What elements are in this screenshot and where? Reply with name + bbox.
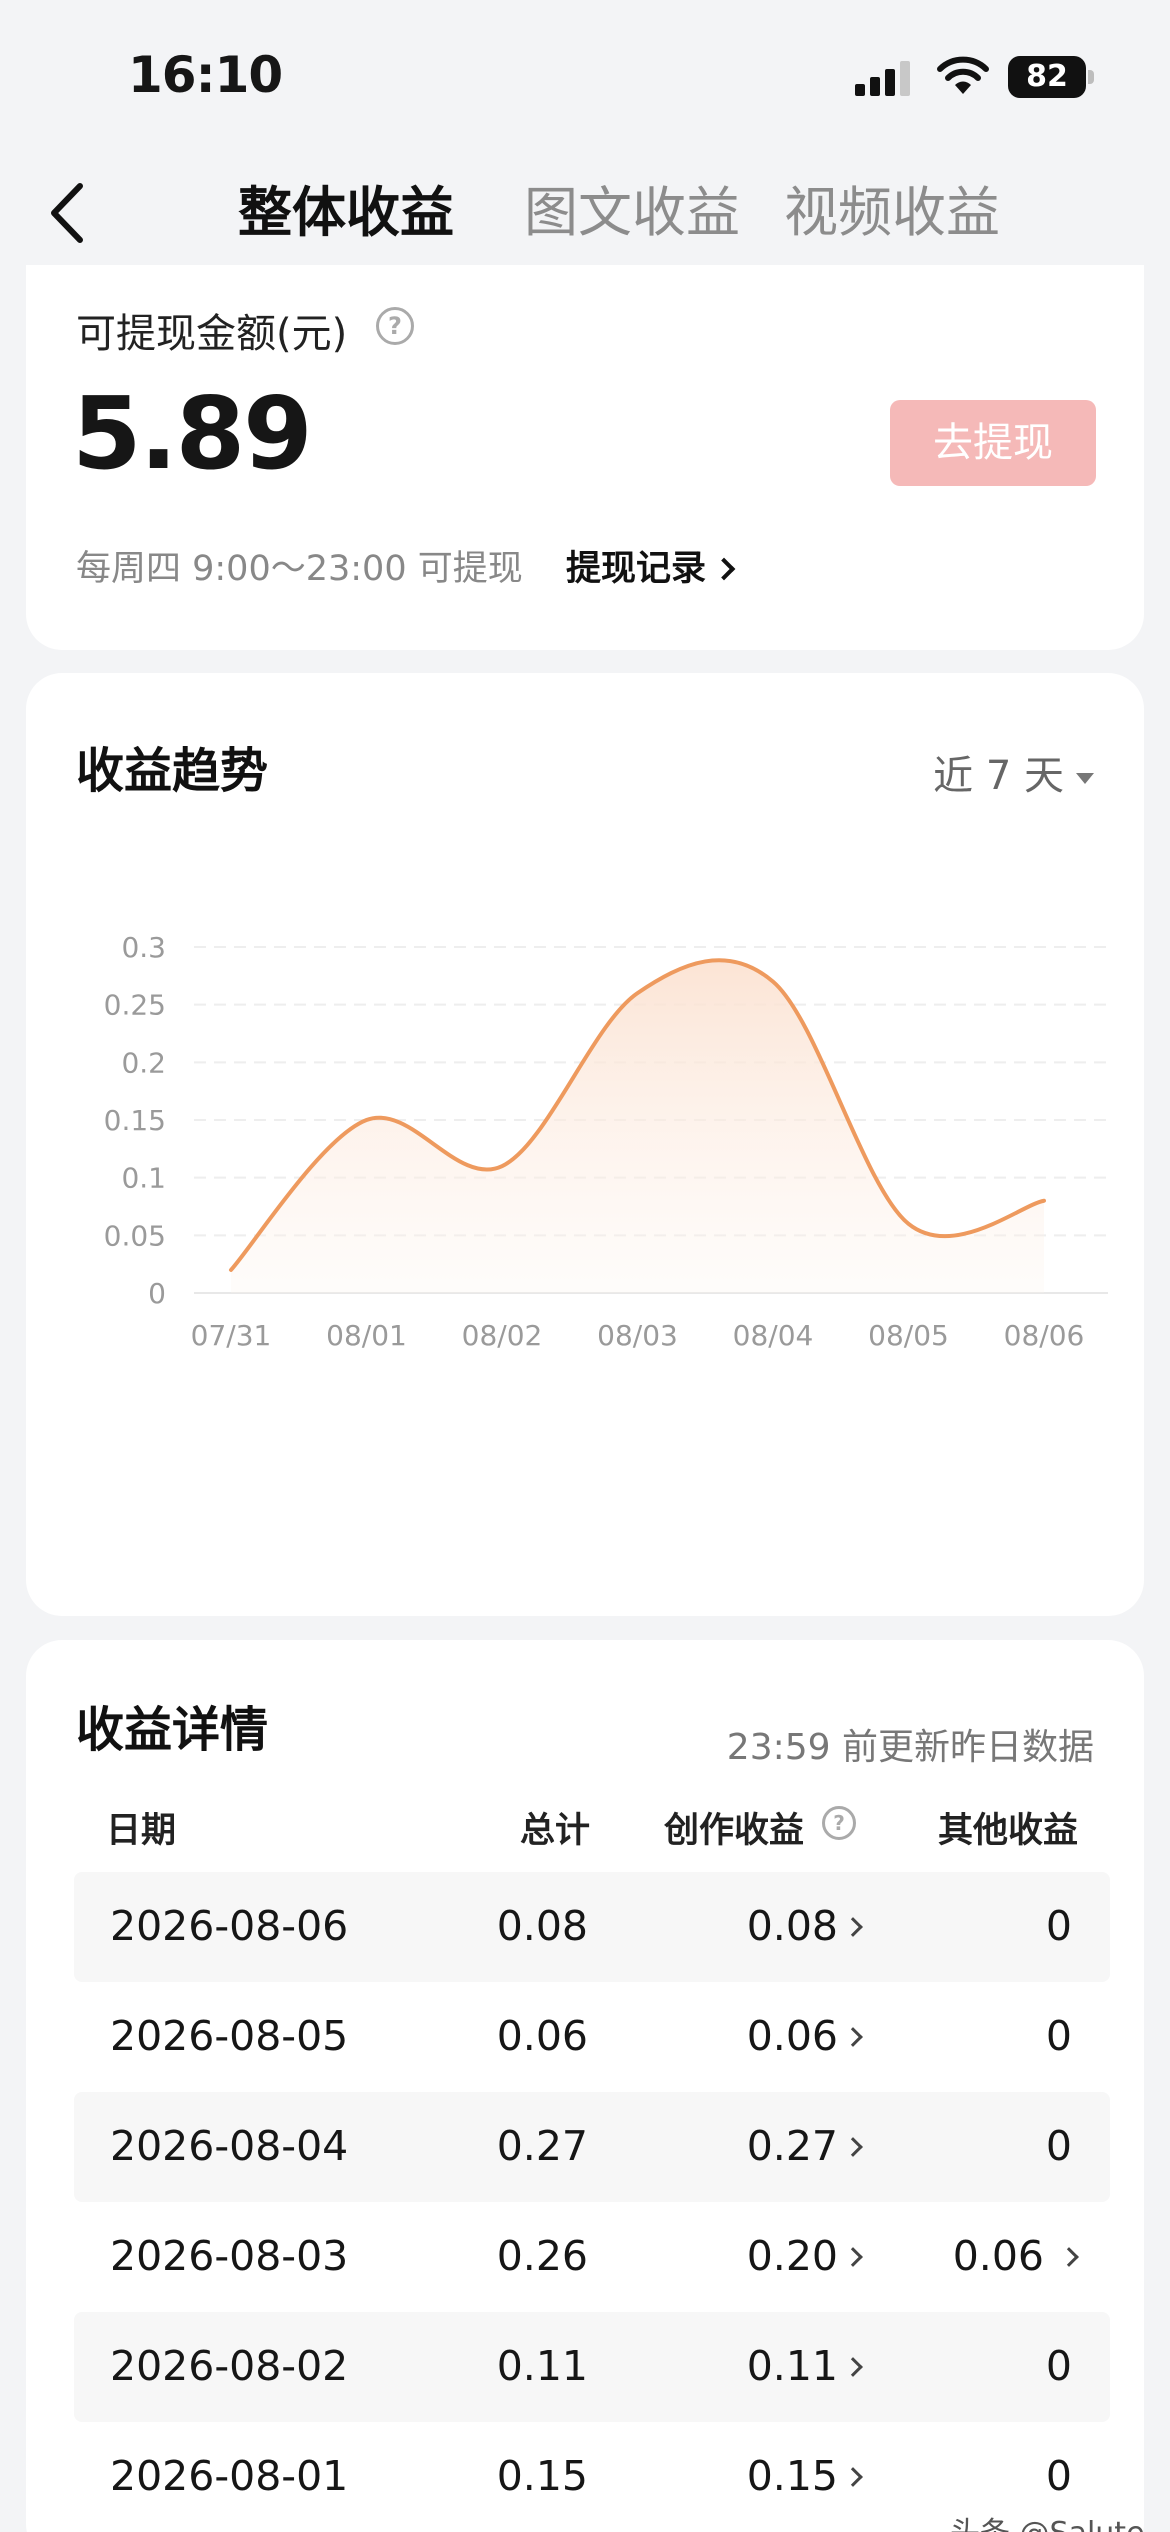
x-tick-label: 08/06	[1004, 1319, 1085, 1352]
battery-level: 82	[1008, 56, 1086, 98]
table-row: 2026-08-05 0.06 0.06 0	[74, 1982, 1110, 2092]
cell-date: 2026-08-03	[110, 2232, 349, 2280]
cell-date: 2026-08-06	[110, 1902, 349, 1950]
status-bar: 16:10 82	[0, 0, 1170, 150]
cell-total: 0.27	[496, 2122, 588, 2170]
watermark: 头条 @Salute	[950, 2508, 1145, 2532]
cell-date: 2026-08-02	[110, 2342, 349, 2390]
cell-create: 0.11	[746, 2342, 838, 2390]
nav-bar: 整体收益 图文收益 视频收益	[0, 150, 1170, 260]
cell-date: 2026-08-04	[110, 2122, 349, 2170]
cell-total: 0.06	[496, 2012, 588, 2060]
chevron-right-icon[interactable]	[843, 2357, 863, 2377]
y-tick-label: 0.2	[121, 1046, 166, 1079]
x-tick-label: 08/04	[733, 1319, 814, 1352]
help-icon[interactable]: ?	[376, 307, 414, 345]
withdrawable-label: 可提现金额(元)	[76, 311, 348, 357]
cell-total: 0.11	[496, 2342, 588, 2390]
x-tick-label: 08/01	[326, 1319, 407, 1352]
cell-other: 0	[1045, 2122, 1072, 2170]
trend-title: 收益趋势	[76, 743, 269, 799]
header-date: 日期	[106, 1811, 177, 1851]
chevron-right-icon[interactable]	[843, 2247, 863, 2267]
tab-article-earnings[interactable]: 图文收益	[524, 168, 740, 247]
chevron-right-icon[interactable]	[1059, 2247, 1079, 2267]
table-row: 2026-08-04 0.27 0.27 0	[74, 2092, 1110, 2202]
table-row: 2026-08-03 0.26 0.20 0.06	[74, 2202, 1110, 2312]
help-icon[interactable]: ?	[822, 1806, 856, 1840]
header-create: 创作收益	[663, 1811, 804, 1851]
cell-other: 0.06	[952, 2232, 1044, 2280]
update-note: 23:59 前更新昨日数据	[726, 1727, 1094, 1768]
cell-create: 0.06	[746, 2012, 838, 2060]
y-tick-label: 0.05	[104, 1219, 166, 1252]
battery-icon: 82	[1008, 56, 1094, 98]
table-row: 2026-08-06 0.08 0.08 0	[74, 1872, 1110, 1982]
trend-card: 收益趋势 近 7 天 0 0.05 0.1 0.15 0.2 0.25 0.3 07/31 08…	[26, 673, 1144, 1616]
y-tick-label: 0.25	[104, 989, 166, 1022]
cell-create: 0.08	[746, 1902, 838, 1950]
x-tick-label: 08/03	[597, 1319, 678, 1352]
withdraw-record-label: 提现记录	[566, 549, 707, 589]
cell-date: 2026-08-01	[110, 2452, 349, 2500]
cell-other: 0	[1045, 2012, 1072, 2060]
tab-video-earnings[interactable]: 视频收益	[784, 168, 1000, 247]
header-total: 总计	[519, 1811, 590, 1851]
cell-other: 0	[1045, 2342, 1072, 2390]
earnings-table: 日期 总计 创作收益 ? 其他收益 2026-08-06 0.08 0.08 0 202…	[74, 1792, 1110, 2532]
withdrawable-amount: 5.89	[72, 375, 313, 492]
tab-overall-earnings[interactable]: 整体收益	[238, 168, 454, 247]
wifi-icon	[937, 56, 989, 94]
y-tick-label: 0.15	[104, 1104, 166, 1137]
chevron-right-icon[interactable]	[843, 2137, 863, 2157]
x-tick-label: 07/31	[191, 1319, 272, 1352]
cell-total: 0.26	[496, 2232, 588, 2280]
status-time: 16:10	[128, 46, 283, 104]
cell-total: 0.08	[496, 1902, 588, 1950]
withdraw-schedule-hint: 每周四 9:00～23:00 可提现	[76, 549, 523, 589]
cellular-signal-icon	[855, 61, 910, 96]
back-arrow-icon[interactable]	[44, 178, 94, 248]
range-dropdown[interactable]: 近 7 天	[933, 743, 1094, 801]
earnings-trend-chart: 0 0.05 0.1 0.15 0.2 0.25 0.3 07/31 08/01 08/02 08/…	[104, 931, 1108, 1352]
cell-create: 0.27	[746, 2122, 838, 2170]
cell-date: 2026-08-05	[110, 2012, 349, 2060]
detail-title: 收益详情	[76, 1702, 269, 1758]
cell-other: 0	[1045, 1902, 1072, 1950]
chevron-right-icon[interactable]	[843, 1917, 863, 1937]
battery-cap	[1088, 70, 1094, 84]
chevron-right-icon[interactable]	[843, 2467, 863, 2487]
caret-down-icon	[1076, 772, 1094, 784]
cell-create: 0.15	[746, 2452, 838, 2500]
table-row: 2026-08-02 0.11 0.11 0	[74, 2312, 1110, 2422]
earnings-page: 16:10 82 整体收益 图文收益 视频收益 可提现金额(元) ? 5.89 …	[0, 0, 1170, 2532]
range-label: 近 7 天	[933, 753, 1064, 799]
x-tick-label: 08/02	[462, 1319, 543, 1352]
chevron-right-icon[interactable]	[843, 2027, 863, 2047]
cell-create: 0.20	[746, 2232, 838, 2280]
table-header: 日期 总计 创作收益 ? 其他收益	[74, 1792, 1110, 1872]
x-tick-label: 08/05	[868, 1319, 949, 1352]
y-tick-label: 0	[148, 1277, 166, 1310]
table-body: 2026-08-06 0.08 0.08 0 2026-08-05 0.06 0.06 0 20…	[74, 1872, 1110, 2532]
withdraw-record-link[interactable]: 提现记录	[566, 540, 736, 591]
detail-card: 收益详情 23:59 前更新昨日数据 日期 总计 创作收益 ? 其他收益 202…	[26, 1640, 1144, 2532]
cell-total: 0.15	[496, 2452, 588, 2500]
header-other: 其他收益	[937, 1811, 1078, 1851]
withdraw-card: 可提现金额(元) ? 5.89 去提现 每周四 9:00～23:00 可提现 提…	[26, 265, 1144, 650]
y-tick-label: 0.1	[121, 1162, 166, 1195]
withdraw-button[interactable]: 去提现	[890, 400, 1096, 486]
cell-other: 0	[1045, 2452, 1072, 2500]
y-tick-label: 0.3	[121, 931, 166, 964]
chevron-right-icon	[712, 557, 736, 581]
